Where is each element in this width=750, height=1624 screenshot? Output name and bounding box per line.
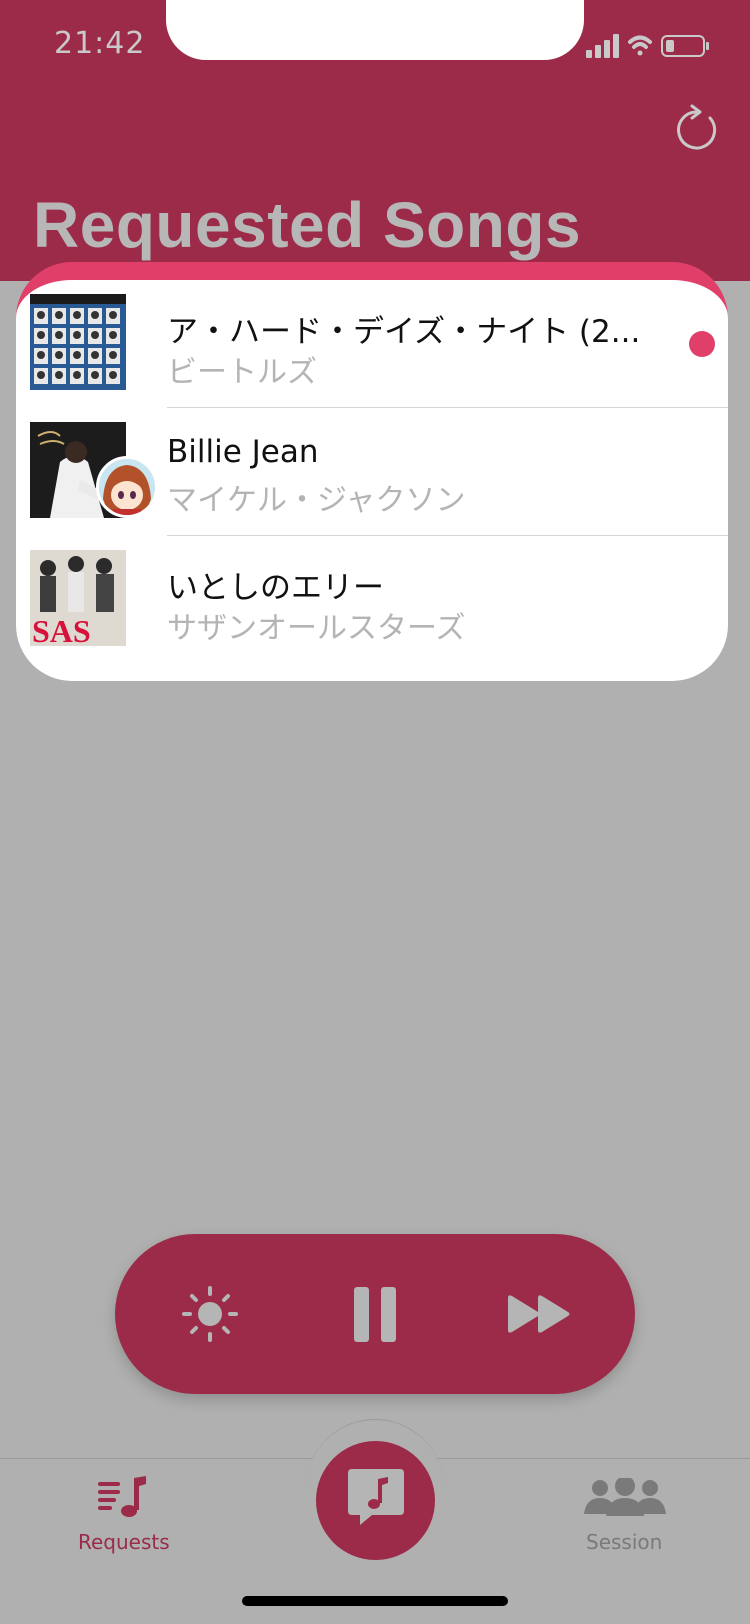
wifi-icon — [628, 35, 652, 56]
sun-icon[interactable] — [170, 1274, 250, 1354]
battery-icon — [661, 35, 709, 57]
page-title: Requested Songs — [33, 189, 582, 261]
status-time: 21:42 — [54, 26, 146, 61]
sas-logo-text: SAS — [32, 613, 91, 646]
song-row[interactable]: SAS いとしのエリー サザンオールスターズ — [16, 536, 728, 664]
tab-session[interactable]: Session — [586, 1530, 662, 1554]
fast-forward-icon[interactable] — [500, 1274, 580, 1354]
song-title: いとしのエリー — [167, 570, 384, 606]
song-title: ア・ハード・デイズ・ナイト (2... — [167, 314, 641, 350]
device-notch — [166, 0, 584, 60]
song-title: Billie Jean — [167, 434, 319, 470]
tab-requests[interactable]: Requests — [78, 1530, 170, 1554]
pause-icon[interactable] — [335, 1274, 415, 1354]
song-artist: サザンオールスターズ — [167, 611, 466, 646]
refresh-icon[interactable] — [670, 104, 722, 156]
home-indicator — [242, 1596, 508, 1606]
signal-icon — [586, 34, 619, 58]
music-list-icon[interactable] — [98, 1476, 150, 1520]
song-row[interactable]: ア・ハード・デイズ・ナイト (2... ビートルズ — [16, 280, 728, 408]
player-controls — [115, 1234, 635, 1394]
now-playing-indicator — [689, 331, 715, 357]
song-artist: ビートルズ — [167, 355, 317, 390]
song-artist: マイケル・ジャクソン — [167, 483, 466, 518]
music-bubble-icon — [348, 1469, 404, 1525]
album-art-sas: SAS — [30, 550, 126, 646]
album-art-beatles — [30, 294, 126, 390]
center-request-button[interactable] — [316, 1441, 435, 1560]
status-icons — [586, 30, 726, 62]
people-icon[interactable] — [584, 1476, 666, 1518]
requester-avatar[interactable] — [96, 456, 158, 518]
